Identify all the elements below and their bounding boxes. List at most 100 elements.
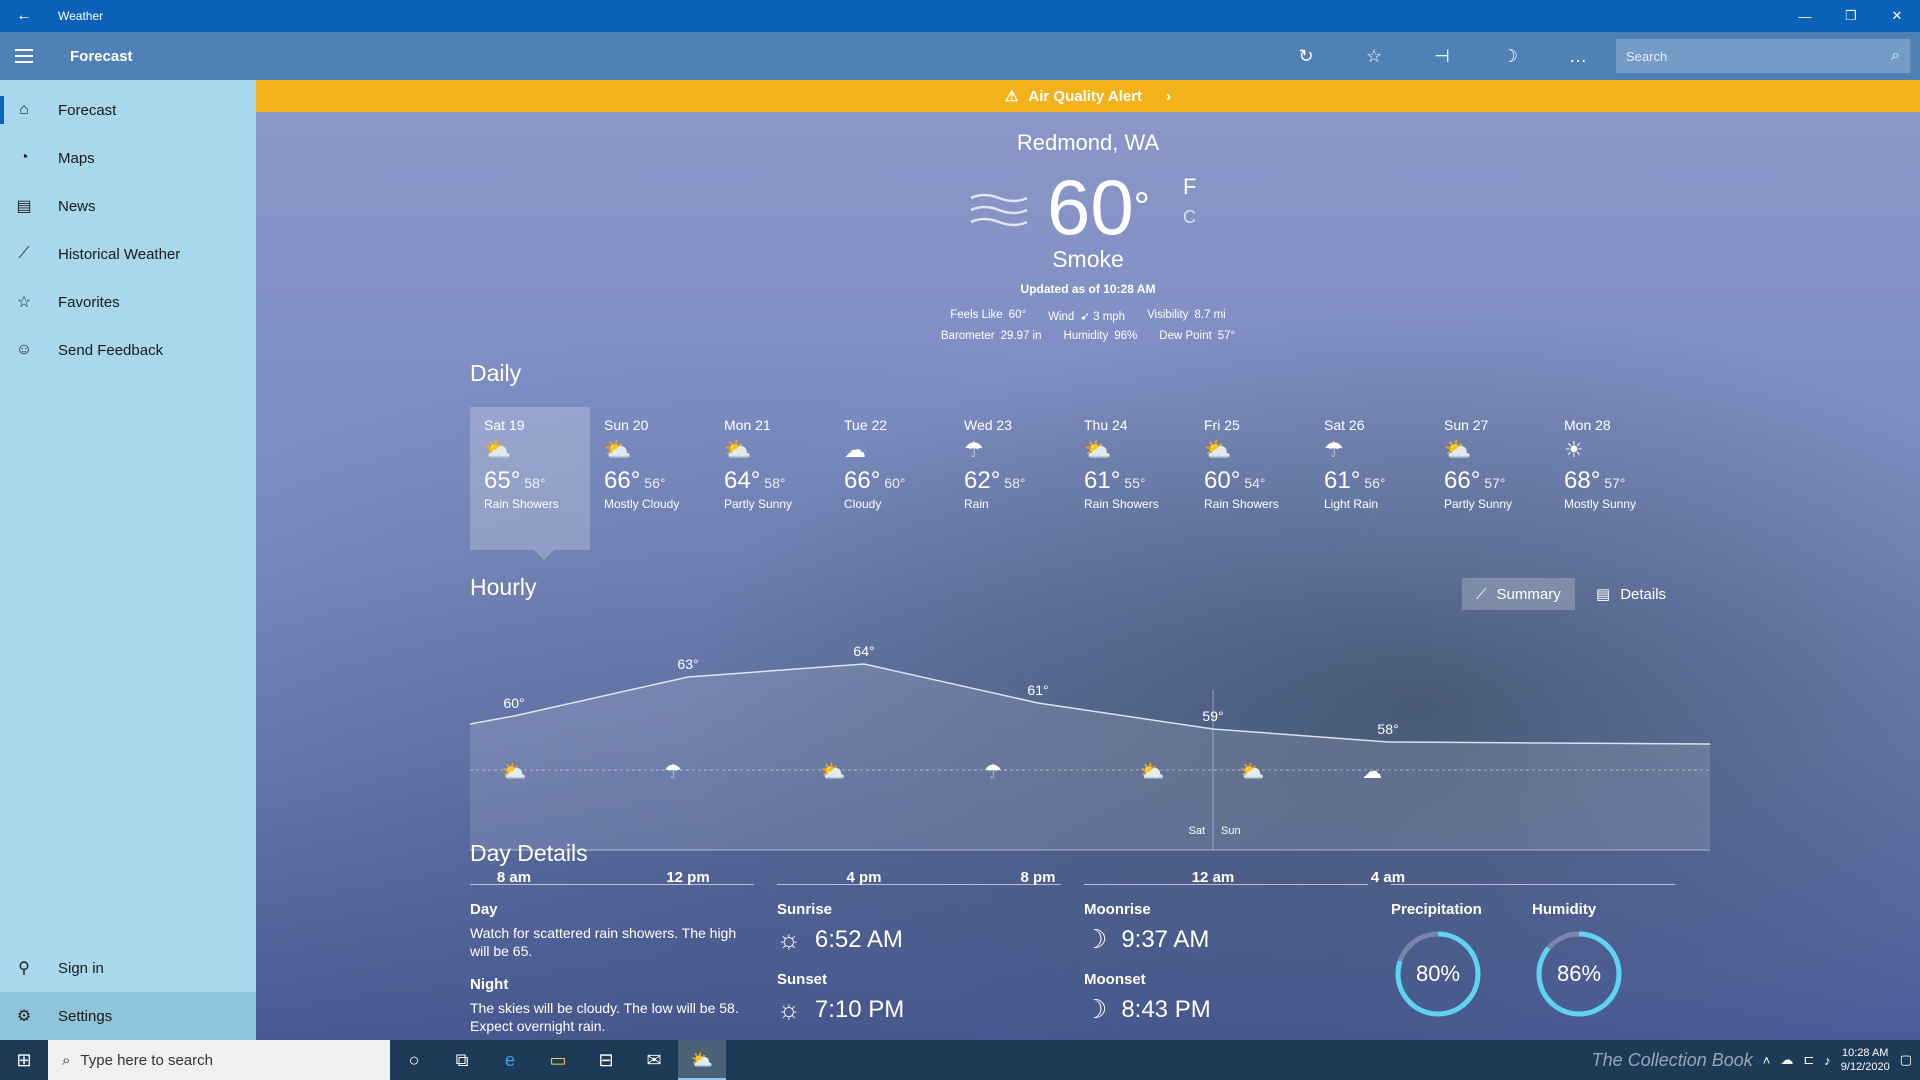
system-tray: The Collection Book ˄ ☁ ⊏ ♪ 10:28 AM 9/1…: [1592, 1046, 1920, 1074]
sun-cloud-rain-icon: ⛅: [1204, 437, 1232, 462]
day-card[interactable]: Thu 24 ⛅ 61° 55° Rain Showers: [1070, 407, 1190, 550]
sidebar-item-label: Settings: [58, 1007, 113, 1025]
app-header: Forecast ↻ ☆ ⊣ ☽ … Search ⌕: [0, 32, 1920, 80]
summary-toggle-button[interactable]: ⟋ Summary: [1462, 578, 1575, 610]
daily-forecast-strip: Sat 19 ⛅ 65° 58° Rain Showers Sun 20 ⛅ 66…: [470, 407, 1670, 567]
line-chart-icon: ⟋: [1476, 585, 1487, 603]
humidity-label: Humidity: [1532, 901, 1597, 918]
feels-like-stat: Feels Like 60°: [950, 309, 1027, 321]
unit-fahrenheit-button[interactable]: F: [1183, 172, 1196, 202]
unit-celsius-button[interactable]: C: [1183, 202, 1196, 232]
daily-heading: Daily: [470, 360, 522, 386]
day-card[interactable]: Wed 23 ☂ 62° 58° Rain: [950, 407, 1070, 550]
cloud-icon: ☁: [844, 437, 866, 462]
search-icon[interactable]: ⌕: [1891, 47, 1900, 65]
favorite-star-icon[interactable]: ☆: [1340, 46, 1408, 67]
hourly-heading: Hourly: [470, 574, 537, 600]
sunset-time: 7:10 PM: [814, 995, 905, 1023]
back-arrow-icon[interactable]: ←: [0, 7, 48, 25]
day-card[interactable]: Sun 27 ⛅ 66° 57° Partly Sunny: [1430, 407, 1550, 550]
chevron-up-icon[interactable]: ˄: [1763, 1053, 1771, 1068]
day-card[interactable]: Mon 28 ☀ 68° 57° Mostly Sunny: [1550, 407, 1670, 550]
precipitation-label: Precipitation: [1391, 901, 1482, 918]
sidebar-item-settings[interactable]: ⚙ Settings: [0, 992, 256, 1040]
current-condition: Smoke: [1052, 246, 1124, 272]
day-details-heading: Day Details: [470, 840, 588, 866]
sidebar-item-news[interactable]: ▤ News: [0, 182, 256, 230]
warning-icon: ⚠: [1004, 88, 1019, 105]
hamburger-menu-icon[interactable]: [0, 32, 48, 80]
smiley-icon: ☺: [15, 341, 33, 358]
unit-toggle: F C: [1183, 172, 1196, 232]
sunset-label: Sunset: [777, 971, 828, 988]
partly-sunny-icon: ⛅: [1444, 437, 1472, 462]
sidebar-item-label: Sign in: [58, 959, 104, 977]
search-placeholder: Search: [1626, 48, 1668, 64]
sidebar-item-maps[interactable]: ◔ Maps: [0, 134, 256, 182]
watermark-text: The Collection Book: [1591, 1049, 1753, 1070]
favorites-list-icon: ☆: [16, 294, 32, 311]
night-text: The skies will be cloudy. The low will b…: [470, 1000, 739, 1034]
sidebar-item-sign-in[interactable]: ⚲ Sign in: [0, 944, 256, 992]
selected-day-pointer: [534, 550, 554, 560]
clock[interactable]: 10:28 AM 9/12/2020: [1841, 1046, 1890, 1074]
day-card[interactable]: Sun 20 ⛅ 66° 56° Mostly Cloudy: [590, 407, 710, 550]
moonrise-icon: ☽: [1084, 924, 1108, 954]
taskbar-search-placeholder: Type here to search: [80, 1051, 213, 1069]
minimize-button[interactable]: —: [1782, 9, 1828, 24]
news-icon: ▤: [16, 198, 32, 215]
air-quality-alert-banner[interactable]: ⚠ Air Quality Alert ›: [256, 80, 1920, 112]
file-explorer-icon[interactable]: ▭: [534, 1040, 582, 1080]
cortana-icon[interactable]: ○: [390, 1040, 438, 1080]
rain-icon: ☂: [964, 437, 984, 462]
sun-cloud-rain-icon: ⛅: [502, 759, 527, 783]
weather-app-icon[interactable]: ⛅: [678, 1040, 726, 1080]
windows-start-icon[interactable]: ⊞: [0, 1050, 48, 1071]
close-button[interactable]: ✕: [1874, 8, 1920, 24]
task-view-icon[interactable]: ⧉: [438, 1040, 486, 1080]
sidebar-item-forecast[interactable]: ⌂ Forecast: [0, 86, 256, 134]
degree-symbol: °: [1133, 185, 1150, 229]
search-input[interactable]: Search ⌕: [1616, 39, 1910, 73]
sunset-icon: ☼: [777, 994, 801, 1024]
home-icon: ⌂: [19, 101, 29, 118]
summary-label: Summary: [1496, 585, 1561, 603]
sun-cloud-rain-icon: ⛅: [1084, 437, 1112, 462]
sidebar-item-label: Favorites: [58, 293, 120, 311]
sidebar-item-favorites[interactable]: ☆ Favorites: [0, 278, 256, 326]
night-mode-moon-icon[interactable]: ☽: [1476, 46, 1544, 67]
day-card[interactable]: Tue 22 ☁ 66° 60° Cloudy: [830, 407, 950, 550]
more-icon[interactable]: …: [1544, 46, 1612, 67]
taskbar: ⊞ ⌕ Type here to search ○ ⧉ e ▭ ⊟ ✉ ⛅ Th…: [0, 1040, 1920, 1080]
day-card[interactable]: Mon 21 ⛅ 64° 58° Partly Sunny: [710, 407, 830, 550]
smoke-wind-icon: [970, 193, 1028, 227]
taskbar-search-input[interactable]: ⌕ Type here to search: [48, 1040, 390, 1080]
restore-button[interactable]: ❐: [1828, 8, 1874, 24]
refresh-icon[interactable]: ↻: [1272, 46, 1340, 67]
sidebar-item-send-feedback[interactable]: ☺ Send Feedback: [0, 326, 256, 374]
sidebar-item-label: Historical Weather: [58, 245, 181, 263]
edge-browser-icon[interactable]: e: [486, 1040, 534, 1080]
clock-time: 10:28 AM: [1841, 1047, 1889, 1059]
pin-icon[interactable]: ⊣: [1408, 46, 1476, 67]
visibility-stat: Visibility 8.7 mi: [1147, 309, 1226, 321]
moonrise-time: 9:37 AM: [1121, 925, 1210, 953]
day-card[interactable]: Sat 19 ⛅ 65° 58° Rain Showers: [470, 407, 590, 550]
notifications-icon[interactable]: ▢: [1900, 1052, 1912, 1068]
day-card[interactable]: Fri 25 ⛅ 60° 54° Rain Showers: [1190, 407, 1310, 550]
volume-icon[interactable]: ♪: [1824, 1053, 1831, 1068]
day-night-column: Day Watch for scattered rain showers. Th…: [470, 884, 754, 1035]
day-card[interactable]: Sat 26 ☂ 61° 56° Light Rain: [1310, 407, 1430, 550]
details-toggle-button[interactable]: ▤ Details: [1582, 578, 1680, 610]
partly-cloudy-icon: ⛅: [1240, 759, 1265, 783]
sidebar-item-historical-weather[interactable]: ⟋ Historical Weather: [0, 230, 256, 278]
cloud-sync-icon[interactable]: ☁: [1780, 1052, 1793, 1068]
moon-column: Moonrise ☽ 9:37 AM Moonset ☽ 8:43 PM: [1084, 884, 1368, 1040]
day-split-label-sun: Sun: [1221, 825, 1241, 837]
title-bar: ← Weather — ❐ ✕: [0, 0, 1920, 32]
mostly-cloudy-icon: ⛅: [604, 437, 632, 462]
mail-icon[interactable]: ✉: [630, 1040, 678, 1080]
sun-icon: ☀: [1564, 437, 1584, 462]
network-icon[interactable]: ⊏: [1803, 1052, 1814, 1068]
store-icon[interactable]: ⊟: [582, 1040, 630, 1080]
